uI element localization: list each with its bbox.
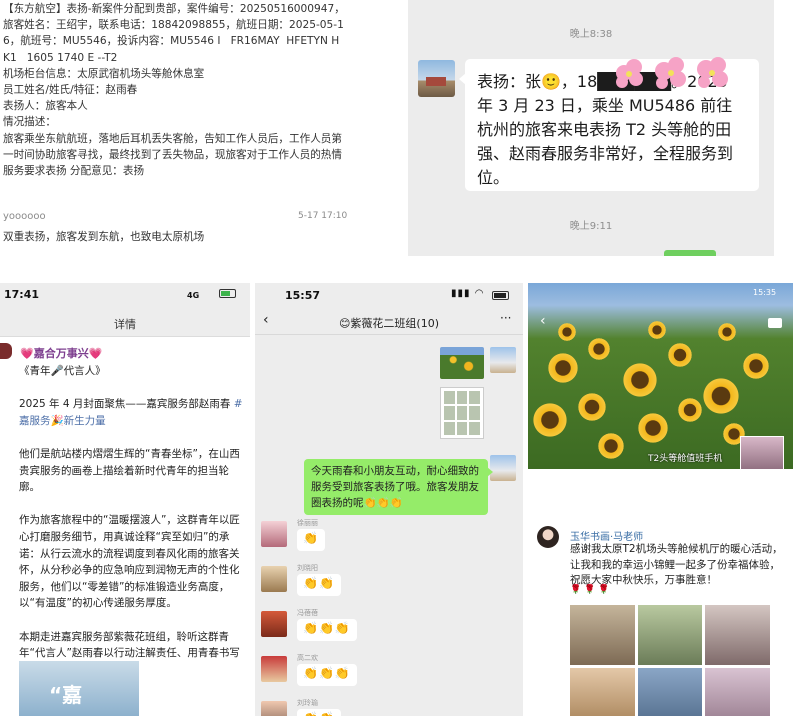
battery-icon (219, 289, 236, 298)
comment-timestamp: 5-17 17:10 (298, 211, 348, 221)
signal-wifi-icon: ▮▮▮ ◠ (451, 288, 485, 299)
member-avatar[interactable] (261, 566, 287, 592)
account-name[interactable]: 💗嘉合万事兴💗 (20, 345, 102, 361)
member-name: 高二欢 (297, 654, 318, 662)
member-name: 刘晓阳 (297, 564, 318, 572)
post-photo-grid (570, 605, 770, 716)
post-photo[interactable] (570, 668, 635, 716)
signal-icon: 4G (187, 291, 200, 300)
group-chat-panel: 15:57 ▮▮▮ ◠ ‹ 😊紫薇花二班组(10) ··· 今天雨春和小朋友互动… (255, 283, 523, 716)
complaint-record-text: 【东方航空】表扬-新案件分配到贵部，案件编号：20250516000947，旅客… (3, 3, 345, 178)
group-title[interactable]: 😊紫薇花二班组(10) (255, 315, 523, 331)
flower-stickers-icon (616, 57, 728, 89)
shared-screenshot-thumb[interactable] (440, 387, 484, 439)
member-name: 刘玲瑜 (297, 699, 318, 707)
status-time: 17:41 (4, 288, 40, 301)
outgoing-message[interactable]: 今天雨春和小朋友互动，耐心细致的服务受到旅客表扬了哦。旅客发朋友圈表扬的呢👏👏👏 (304, 459, 493, 515)
article-body: 《青年🎤代言人》 2025 年 4 月封面聚焦——嘉宾服务部赵雨春 #嘉服务🎉新… (19, 363, 245, 695)
image-overlay-text: “嘉 (49, 683, 83, 707)
self-avatar[interactable] (490, 347, 516, 373)
chat-timestamp: 晚上8:38 (569, 29, 613, 40)
teacher-name[interactable]: 玉华书画·马老师 (570, 528, 643, 543)
sunflower-photo[interactable]: 15:35 ‹ T2头等舱值班手机 (528, 283, 793, 469)
rose-emojis: 🌹🌹🌹 (570, 585, 613, 595)
article-panel: 17:41 4G 详情 💗嘉合万事兴💗 《青年🎤代言人》 2025 年 4 月封… (0, 283, 250, 716)
comment-username: yoooooo (3, 211, 46, 222)
chat-header: ‹ 😊紫薇花二班组(10) ··· (255, 309, 523, 335)
member-message[interactable]: 👏 (297, 529, 325, 551)
paragraph: 作为旅客旅程中的“温暖摆渡人”，这群青年以匠心打磨服务细节，用真诚诠释“宾至如归… (19, 514, 240, 610)
post-photo[interactable] (637, 605, 703, 665)
member-message[interactable]: 👏👏👏 (297, 619, 357, 641)
profile-thumb[interactable] (740, 436, 784, 469)
back-arrow-icon[interactable]: ‹ (540, 313, 546, 329)
shared-image-thumb[interactable] (440, 347, 484, 379)
camera-icon[interactable] (768, 318, 782, 328)
battery-icon (492, 291, 509, 300)
nav-bar: 详情 (0, 307, 250, 337)
article-title: 《青年🎤代言人》 (19, 365, 106, 377)
status-time: 15:57 (285, 289, 321, 302)
chat-timestamp: 晚上9:11 (569, 221, 613, 232)
moments-post-panel: 15:35 ‹ T2头等舱值班手机 玉华书画·马老师 感谢我太原T2机场头等舱候… (528, 283, 793, 716)
member-avatar[interactable] (261, 611, 287, 637)
sender-avatar[interactable] (418, 60, 455, 97)
post-text: 感谢我太原T2机场头等舱候机厅的暖心活动，让我和我的幸运小锦鲤一起多了份幸福体验… (570, 543, 783, 586)
teacher-avatar[interactable] (537, 526, 559, 548)
member-message[interactable]: 👏👏👏 (297, 664, 357, 686)
complaint-record-panel: 【东方航空】表扬-新案件分配到贵部，案件编号：20250516000947，旅客… (0, 0, 352, 260)
post-photo[interactable] (705, 605, 770, 665)
praise-chat-panel: 晚上8:38 表扬：张🙂，18██████。2025 年 3 月 23 日，乘坐… (408, 0, 774, 256)
more-options-icon[interactable]: ··· (500, 311, 511, 325)
photo-status-time: 15:35 (753, 288, 777, 297)
outgoing-message-edge (664, 250, 716, 256)
status-bar: 17:41 4G (0, 283, 250, 307)
member-avatar[interactable] (261, 656, 287, 682)
comment-text: 双重表扬，旅客发到东航，也致电太原机场 (3, 231, 205, 243)
member-name: 冯蓓蓓 (297, 609, 318, 617)
cover-line: 2025 年 4 月封面聚焦——嘉宾服务部赵雨春 (19, 398, 231, 411)
member-avatar[interactable] (261, 521, 287, 547)
article-image[interactable]: “嘉 (19, 661, 139, 716)
self-avatar[interactable] (490, 455, 516, 481)
paragraph: 他们是航站楼内熠熠生辉的“青春坐标”，在山西贵宾服务的画卷上描绘着新时代青年的担… (19, 447, 240, 494)
member-message[interactable]: 👏👏 (297, 574, 341, 596)
status-bar: 15:57 ▮▮▮ ◠ (255, 283, 523, 307)
member-avatar[interactable] (261, 701, 287, 716)
account-avatar[interactable] (0, 343, 12, 359)
page-title: 详情 (114, 318, 136, 331)
post-photo[interactable] (570, 605, 635, 665)
photo-caption: T2头等舱值班手机 (648, 454, 723, 464)
post-photo[interactable] (705, 668, 770, 716)
member-message[interactable]: 👏👏 (297, 709, 341, 716)
member-name: 徐丽丽 (297, 519, 318, 527)
post-photo[interactable] (637, 668, 703, 716)
